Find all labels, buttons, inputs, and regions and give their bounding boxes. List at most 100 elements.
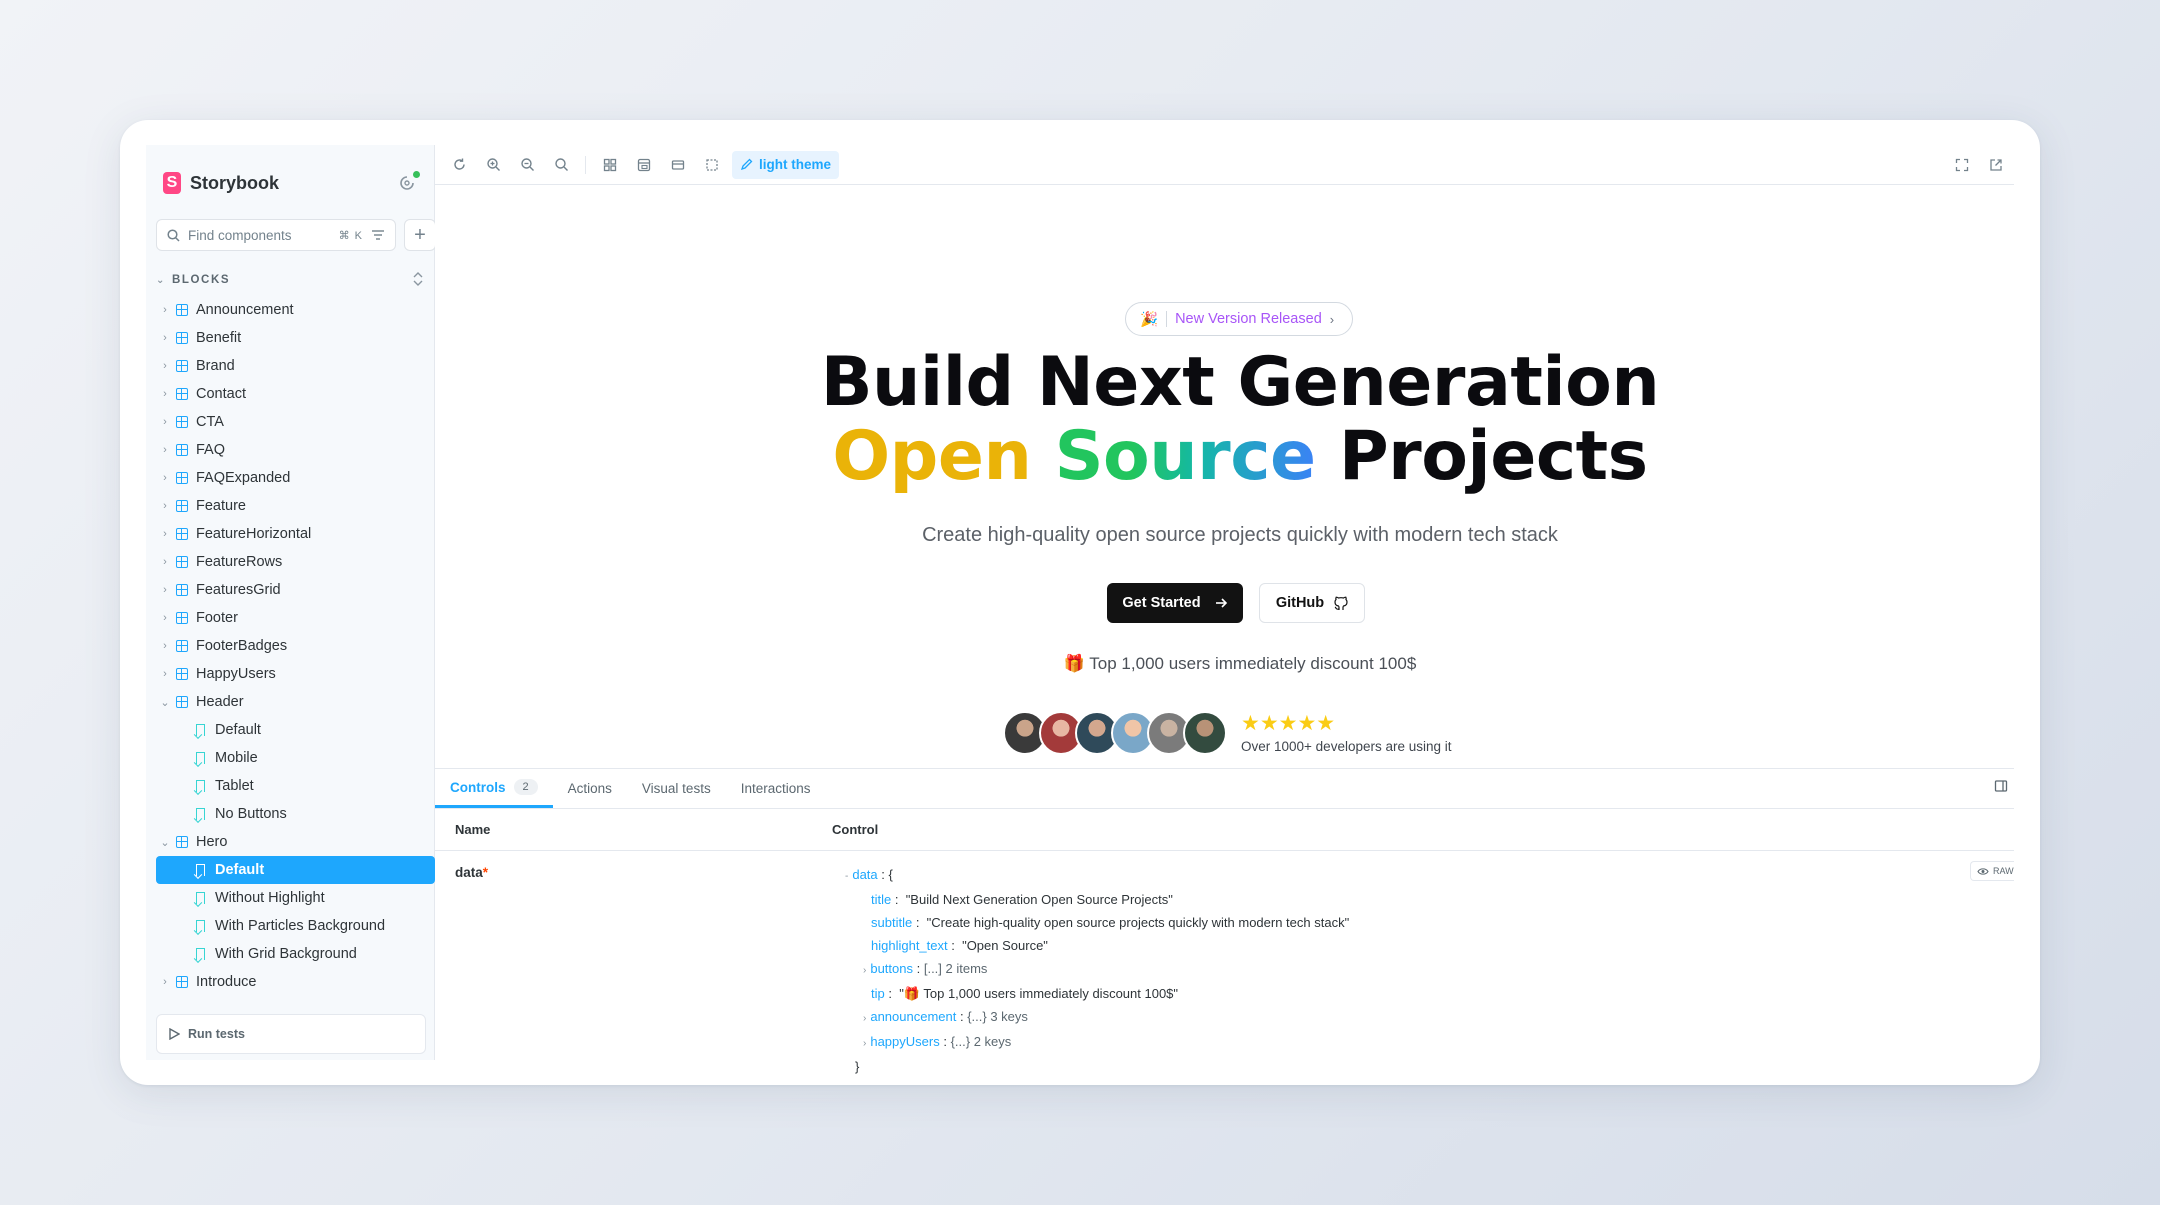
chevron-right-icon: › [163, 640, 167, 652]
sidebar-item-label: Default [215, 862, 265, 878]
json-key: buttons [870, 961, 913, 976]
background-icon[interactable] [630, 151, 658, 179]
bookmark-icon [196, 920, 205, 932]
panel-layout-icon[interactable] [1994, 779, 2014, 799]
fullscreen-icon[interactable] [1948, 151, 1976, 179]
json-line[interactable]: tip : "🎁 Top 1,000 users immediately dis… [845, 982, 1349, 1005]
theme-toggle-button[interactable]: light theme [732, 150, 840, 179]
sidebar-item-footer[interactable]: › Footer [156, 604, 435, 632]
sidebar-item-header[interactable]: ⌄ Header [156, 688, 435, 716]
bookmark-icon [196, 864, 205, 876]
json-line[interactable]: › announcement : {...} 3 keys [845, 1005, 1349, 1030]
outline-icon[interactable] [698, 151, 726, 179]
open-new-tab-icon[interactable] [1982, 151, 2010, 179]
json-line[interactable]: highlight_text : "Open Source" [845, 934, 1349, 957]
expand-toggle-icon[interactable]: › [863, 1013, 866, 1024]
zoom-in-icon[interactable] [479, 151, 507, 179]
collapse-toggle-icon[interactable]: - [845, 871, 848, 882]
sidebar-item-label: Without Highlight [215, 890, 325, 906]
sidebar-item-hero[interactable]: ⌄ Hero [156, 828, 435, 856]
filter-icon[interactable] [371, 229, 385, 241]
sidebar-item-faq[interactable]: › FAQ [156, 436, 435, 464]
sidebar-story-no-buttons[interactable]: No Buttons [156, 800, 435, 828]
sidebar-item-featurerows[interactable]: › FeatureRows [156, 548, 435, 576]
sidebar-item-featuresgrid[interactable]: › FeaturesGrid [156, 576, 435, 604]
get-started-button[interactable]: Get Started [1107, 583, 1243, 623]
run-tests-button[interactable]: Run tests [156, 1014, 426, 1054]
sidebar-item-announcement[interactable]: › Announcement [156, 296, 435, 324]
sidebar-story-default[interactable]: Default [156, 716, 435, 744]
raw-toggle-button[interactable]: RAW [1970, 861, 2014, 881]
json-meta: [...] 2 items [923, 961, 988, 976]
title-highlight-open: Open [832, 417, 1032, 496]
run-tests-label: Run tests [188, 1027, 245, 1041]
json-line[interactable]: › buttons : [...] 2 items [845, 957, 1349, 982]
chevron-right-icon: › [163, 976, 167, 988]
sidebar-item-brand[interactable]: › Brand [156, 352, 435, 380]
zoom-reset-icon[interactable] [547, 151, 575, 179]
sidebar-story-mobile[interactable]: Mobile [156, 744, 435, 772]
tab-interactions[interactable]: Interactions [726, 769, 826, 808]
brand[interactable]: S Storybook [163, 172, 279, 194]
chevron-right-icon: › [163, 360, 167, 372]
add-button[interactable]: + [404, 219, 436, 251]
json-editor[interactable]: - data : { title : "Build Next Generation… [845, 863, 1349, 1078]
grid-icon[interactable] [596, 151, 624, 179]
sidebar-item-happyusers[interactable]: › HappyUsers [156, 660, 435, 688]
sidebar-item-featurehorizontal[interactable]: › FeatureHorizontal [156, 520, 435, 548]
sidebar-story-tablet[interactable]: Tablet [156, 772, 435, 800]
tab-visual-tests[interactable]: Visual tests [627, 769, 726, 808]
viewport-icon[interactable] [664, 151, 692, 179]
zoom-out-icon[interactable] [513, 151, 541, 179]
sidebar-item-faqexpanded[interactable]: › FAQExpanded [156, 464, 435, 492]
reload-icon[interactable] [445, 151, 473, 179]
component-icon [176, 332, 188, 344]
sidebar-item-label: No Buttons [215, 806, 287, 822]
sidebar-story-with-grid-background[interactable]: With Grid Background [156, 940, 435, 968]
expand-toggle-icon[interactable]: › [863, 965, 866, 976]
json-line[interactable]: title : "Build Next Generation Open Sour… [845, 888, 1349, 911]
sidebar-item-label: FeatureRows [196, 554, 283, 570]
chevron-down-icon: ⌄ [160, 696, 170, 709]
sidebar-story-without-highlight[interactable]: Without Highlight [156, 884, 435, 912]
sidebar-item-label: Benefit [196, 330, 242, 346]
component-tree: › Announcement › Benefit › Brand › Contact › CTA ›… [156, 296, 435, 996]
tab-label: Actions [567, 781, 612, 796]
tab-controls[interactable]: Controls 2 [435, 769, 553, 808]
search-icon [167, 228, 180, 242]
sidebar-item-contact[interactable]: › Contact [156, 380, 435, 408]
sidebar-item-feature[interactable]: › Feature [156, 492, 435, 520]
search-input[interactable]: Find components ⌘ K [156, 219, 396, 251]
bookmark-icon [196, 892, 205, 904]
hero-title: Build Next Generation Open Source Projec… [815, 346, 1665, 494]
announcement-badge[interactable]: 🎉 New Version Released › [1125, 302, 1353, 336]
sidebar-item-footerbadges[interactable]: › FooterBadges [156, 632, 435, 660]
addons-panel: Controls 2 Actions Visual tests Interact… [435, 768, 2014, 1074]
chevron-right-icon: › [163, 612, 167, 624]
brand-name: Storybook [190, 172, 280, 193]
sidebar-item-benefit[interactable]: › Benefit [156, 324, 435, 352]
json-line[interactable]: › happyUsers : {...} 2 keys [845, 1030, 1349, 1055]
tab-actions[interactable]: Actions [553, 769, 627, 808]
json-line[interactable]: subtitle : "Create high-quality open sou… [845, 911, 1349, 934]
json-meta: {...} 3 keys [967, 1009, 1028, 1024]
github-button[interactable]: GitHub [1259, 583, 1365, 623]
sidebar-item-label: HappyUsers [196, 666, 276, 682]
sidebar-story-with-particles-background[interactable]: With Particles Background [156, 912, 435, 940]
sidebar-item-cta[interactable]: › CTA [156, 408, 435, 436]
sidebar-item-label: With Particles Background [215, 918, 386, 934]
sidebar-item-label: Mobile [215, 750, 258, 766]
json-key: highlight_text [871, 938, 948, 953]
sidebar-item-label: FAQExpanded [196, 470, 291, 486]
sidebar-story-default[interactable]: Default [156, 856, 435, 884]
chevron-right-icon: › [163, 500, 167, 512]
json-root-line: - data : { [845, 867, 893, 882]
json-key: subtitle [871, 915, 913, 930]
sidebar-item-introduce[interactable]: › Introduce [156, 968, 435, 996]
expand-collapse-icon[interactable] [412, 271, 424, 287]
star-icon: ★★★★★ [1241, 711, 1336, 735]
settings-button[interactable] [398, 171, 420, 193]
expand-toggle-icon[interactable]: › [863, 1038, 866, 1049]
group-header-blocks[interactable]: ⌄ BLOCKS [156, 269, 436, 291]
avatar [1183, 711, 1227, 755]
